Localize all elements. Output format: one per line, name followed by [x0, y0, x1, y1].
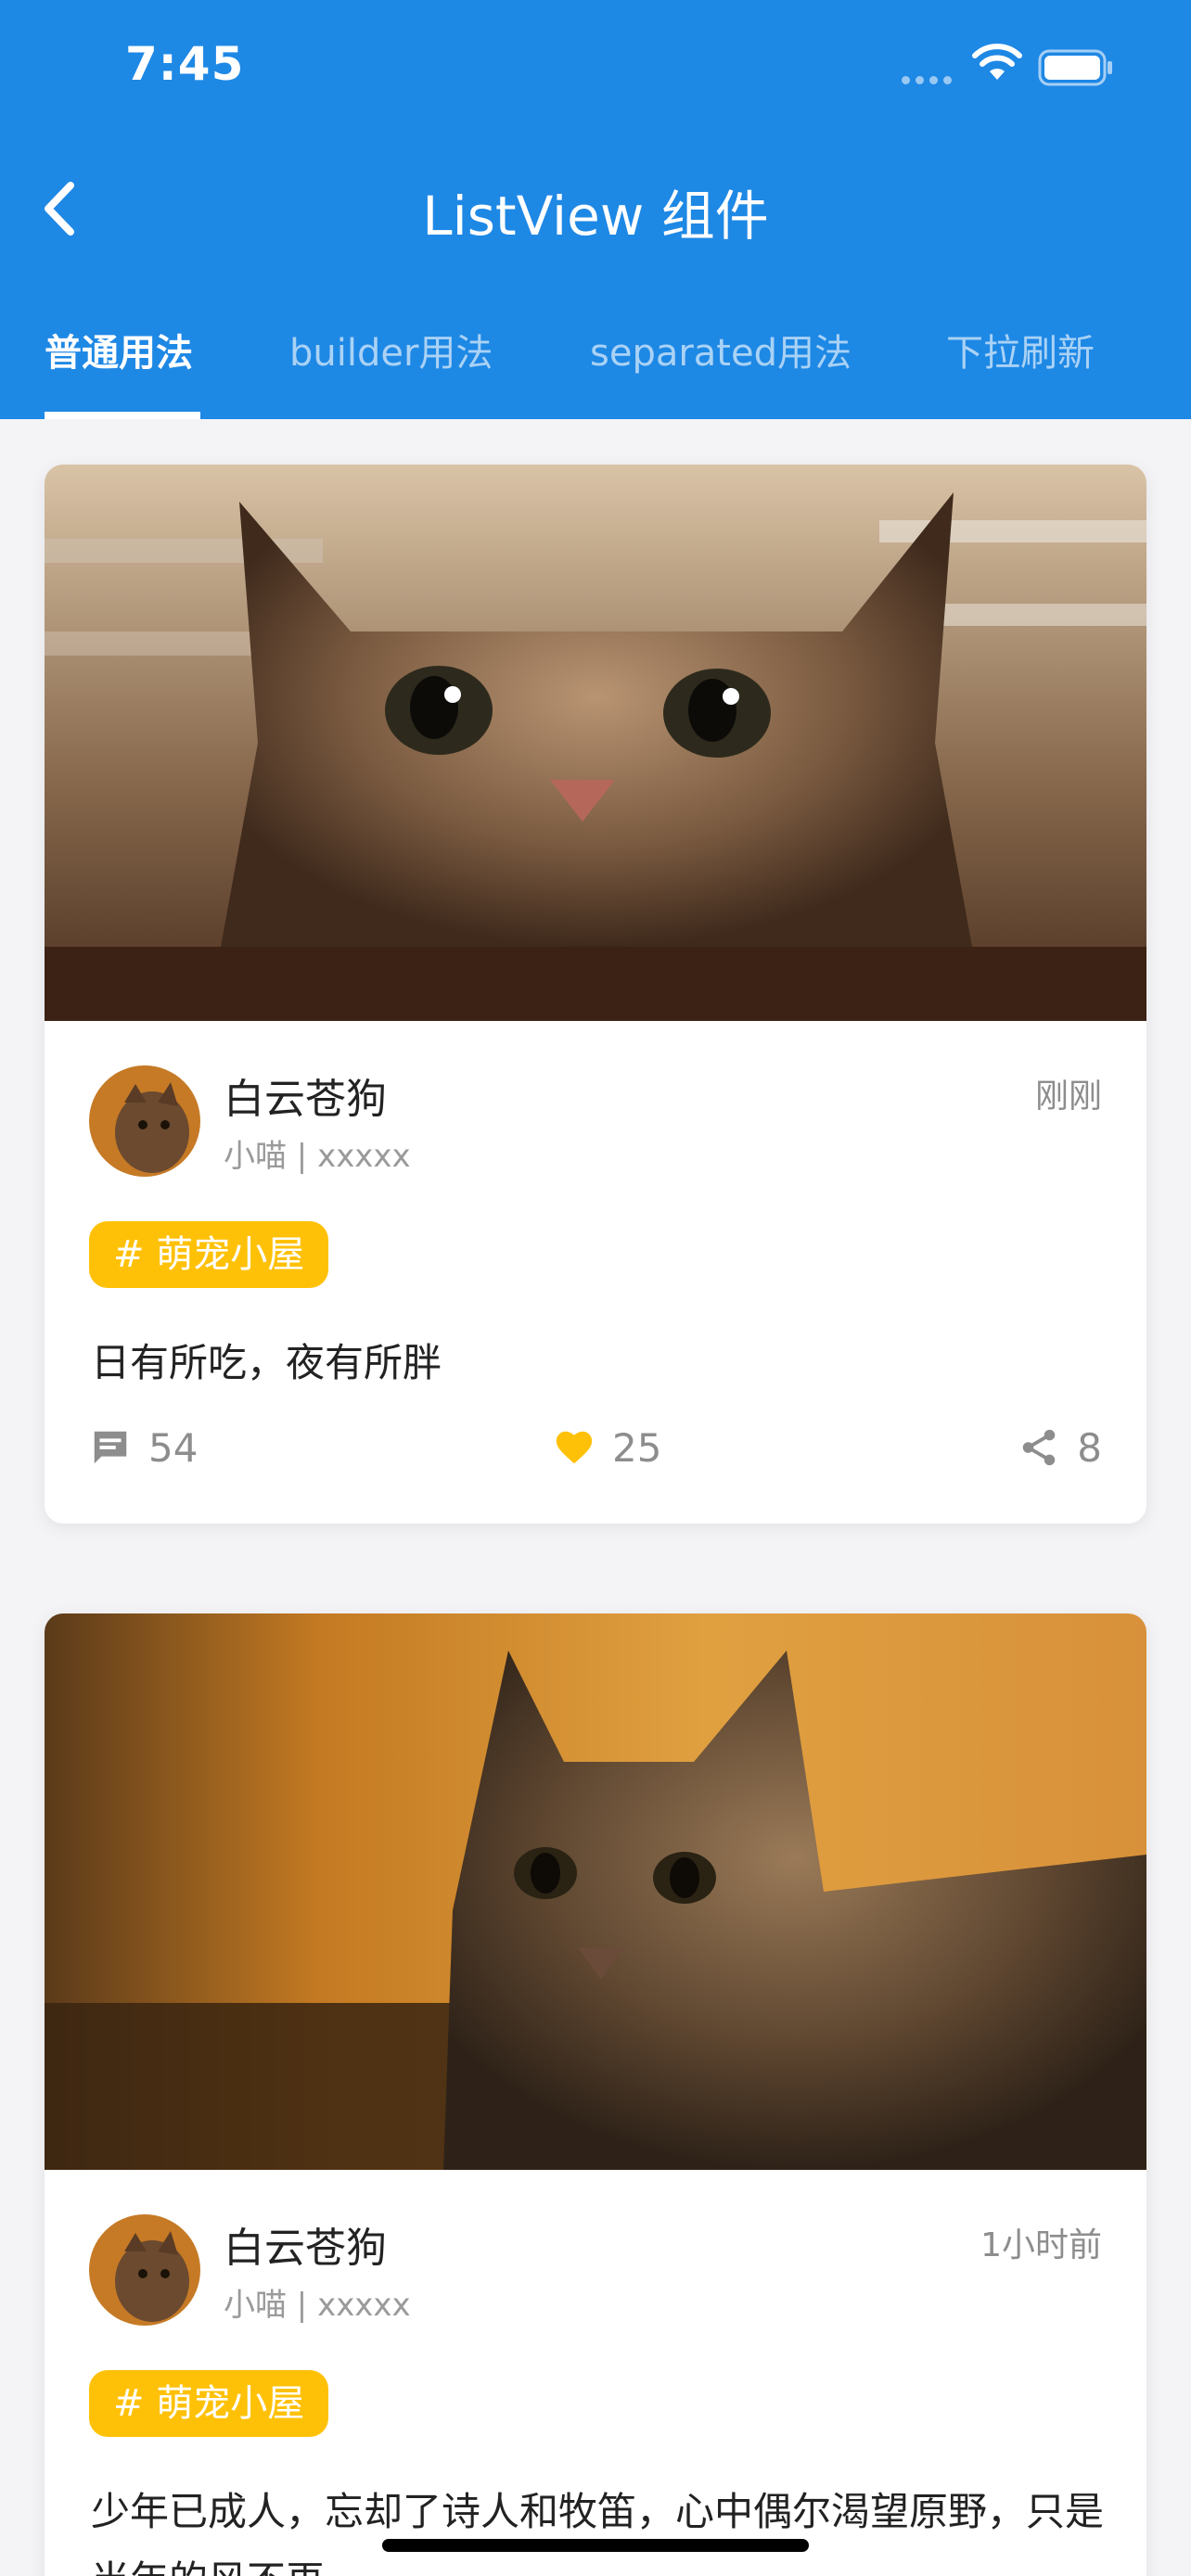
comment-icon [94, 1431, 127, 1464]
page-title: ListView 组件 [422, 185, 769, 248]
topic-tag[interactable]: # 萌宠小屋 [89, 2370, 329, 2437]
app-header: 7:45 ListView 组件 普通用法 builder用法 separate… [0, 0, 1191, 419]
tab-bar: 普通用法 builder用法 separated用法 下拉刷新 [0, 315, 1191, 419]
post-photo [45, 465, 1146, 1021]
tab-separated-usage[interactable]: separated用法 [590, 323, 852, 376]
like-button[interactable]: 25 [553, 1420, 661, 1475]
post-photo [45, 1613, 1146, 2170]
author-name: 白云苍狗 [224, 1076, 387, 1123]
tab-builder-usage[interactable]: builder用法 [289, 323, 493, 376]
battery-icon [1038, 49, 1112, 86]
author-avatar[interactable] [89, 1065, 200, 1177]
wifi-icon [972, 44, 1022, 80]
post-card[interactable]: 白云苍狗 小喵 | xxxxx 1小时前 # 萌宠小屋 少年已成人，忘却了诗人和… [45, 1613, 1146, 2576]
tab-pull-to-refresh[interactable]: 下拉刷新 [946, 323, 1095, 376]
cellular-signal-icon [902, 76, 952, 84]
post-time: 1小时前 [980, 2226, 1102, 2264]
post-content: 日有所吃，夜有所胖 [91, 1340, 442, 1385]
like-count: 25 [612, 1424, 662, 1471]
author-meta: 小喵 | xxxxx [224, 2287, 411, 2324]
topic-tag[interactable]: # 萌宠小屋 [89, 1221, 329, 1288]
author-name: 白云苍狗 [224, 2225, 387, 2272]
author-meta: 小喵 | xxxxx [224, 1138, 411, 1175]
home-indicator[interactable] [382, 2539, 809, 2552]
author-avatar[interactable] [89, 2214, 200, 2326]
heart-icon [556, 1431, 593, 1464]
share-icon [1023, 1429, 1056, 1466]
active-tab-indicator [45, 412, 200, 419]
comment-count: 54 [148, 1424, 198, 1471]
share-button[interactable]: 8 [1018, 1420, 1102, 1475]
post-time: 刚刚 [1034, 1078, 1102, 1116]
post-content: 少年已成人，忘却了诗人和牧笛，心中偶尔渴望原野，只是当年的风不再 [91, 2489, 1105, 2576]
comment-button[interactable]: 54 [89, 1420, 198, 1475]
tab-normal-usage[interactable]: 普通用法 [45, 323, 193, 376]
share-count: 8 [1077, 1424, 1102, 1471]
post-card[interactable]: 白云苍狗 小喵 | xxxxx 刚刚 # 萌宠小屋 日有所吃，夜有所胖 54 2… [45, 465, 1146, 1524]
status-time: 7:45 [125, 37, 245, 91]
